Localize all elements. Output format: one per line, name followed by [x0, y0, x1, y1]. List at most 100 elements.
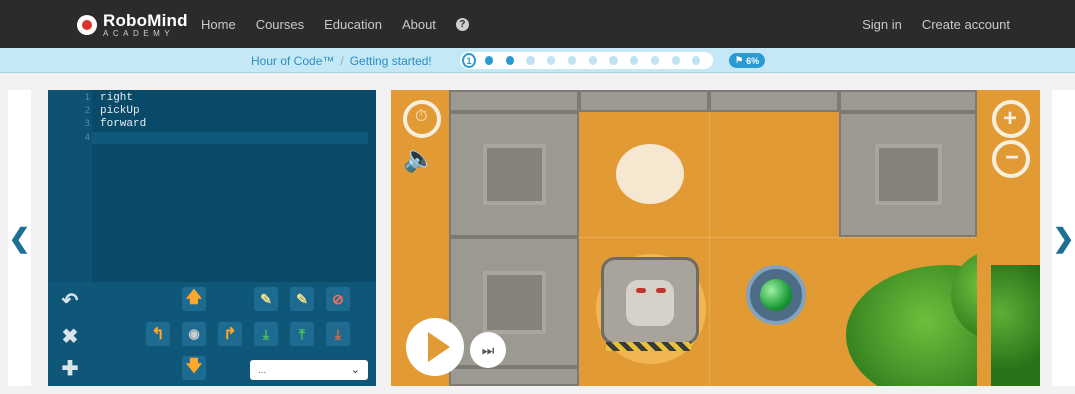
flag-icon: ⚑	[735, 55, 744, 65]
step-dot[interactable]	[505, 56, 514, 65]
chevron-right-icon: ❯	[1052, 222, 1075, 253]
floor-gridline	[579, 237, 977, 238]
robot-bumper	[606, 342, 691, 351]
step-dot[interactable]	[485, 56, 494, 65]
stone-wall	[449, 367, 579, 386]
create-account-link[interactable]: Create account	[922, 17, 1010, 32]
see-button[interactable]: ◉	[182, 322, 206, 346]
robot-eye-icon: ◉	[188, 326, 200, 341]
progress-percent-badge: ⚑ 6%	[729, 53, 766, 68]
command-palette: ↶ ✖ ✚ 🡅 ↰ ◉ ↱ 🡇 ✎ ✎ ⊘ ⤓ ⤒ ⤓ ... ⌄	[48, 282, 376, 386]
help-icon[interactable]: ?	[455, 17, 469, 31]
delete-button[interactable]: ✖	[58, 324, 82, 348]
right-button[interactable]: ↱	[218, 322, 242, 346]
eat-up-button[interactable]: ⤓	[326, 322, 350, 346]
robot-eye	[656, 288, 666, 293]
nav-courses[interactable]: Courses	[256, 17, 304, 32]
step-dot[interactable]	[547, 56, 556, 65]
left-button[interactable]: ↰	[146, 322, 170, 346]
logo-subtitle: ACADEMY	[103, 29, 175, 38]
step-dot[interactable]	[671, 56, 680, 65]
current-line-highlight	[92, 132, 368, 144]
step-icon: ⏭	[481, 341, 495, 358]
stone-block	[839, 112, 977, 237]
play-button[interactable]	[406, 318, 464, 376]
green-beacon	[760, 279, 792, 311]
beacon-base	[746, 265, 806, 325]
floor-gridline	[709, 112, 710, 386]
speed-button[interactable]: ⏱	[403, 100, 441, 138]
zoom-out-icon: −	[1005, 144, 1020, 171]
progress-percent: 6%	[746, 55, 760, 66]
line-number: 2	[84, 106, 90, 116]
breadcrumb: Hour of Code™ / Getting started!	[251, 48, 432, 73]
next-exercise-button[interactable]: ❯	[1052, 90, 1075, 386]
stone-wall	[709, 90, 839, 112]
backward-button[interactable]: 🡇	[182, 356, 206, 380]
code-line[interactable]: right	[100, 92, 133, 104]
tree	[991, 265, 1040, 386]
stone-wall	[839, 90, 977, 112]
undo-icon: ↶	[61, 289, 79, 312]
line-number: 4	[84, 133, 90, 143]
put-down-icon: ⤒	[298, 325, 306, 342]
robot-eye	[636, 288, 646, 293]
breadcrumb-course[interactable]: Hour of Code™	[251, 54, 334, 68]
stone-block	[449, 112, 579, 237]
sign-in-link[interactable]: Sign in	[862, 17, 902, 32]
step-indicator: 1	[460, 52, 713, 69]
put-down-button[interactable]: ⤒	[290, 322, 314, 346]
undo-button[interactable]: ↶	[58, 288, 82, 312]
nav-about[interactable]: About	[402, 17, 436, 32]
breadcrumb-lesson[interactable]: Getting started!	[350, 54, 432, 68]
add-button[interactable]: ✚	[58, 356, 82, 380]
line-number-gutter: 1 2 3 4	[48, 90, 92, 282]
forward-button[interactable]: 🡅	[182, 287, 206, 311]
paint-black-button[interactable]: ✎	[290, 287, 314, 311]
logo-title: RoboMind	[103, 11, 188, 30]
more-commands-value: ...	[258, 364, 267, 376]
nav-education[interactable]: Education	[324, 17, 382, 32]
step-dot[interactable]	[588, 56, 597, 65]
prev-exercise-button[interactable]: ❮	[8, 90, 31, 386]
stop-painting-button[interactable]: ⊘	[326, 287, 350, 311]
chevron-down-icon: ⌄	[350, 364, 360, 376]
stone-wall	[449, 90, 579, 112]
robot-head	[626, 280, 674, 326]
step-dot[interactable]	[650, 56, 660, 65]
more-commands-select[interactable]: ... ⌄	[250, 360, 368, 380]
pick-up-button[interactable]: ⤓	[254, 322, 278, 346]
robot	[601, 257, 699, 345]
arrow-down-icon: 🡇	[185, 357, 203, 375]
step-button[interactable]: ⏭	[470, 332, 506, 368]
logo-icon	[77, 15, 97, 35]
stone-block	[449, 237, 579, 367]
step-dot[interactable]	[567, 56, 577, 65]
code-line[interactable]: pickUp	[100, 105, 140, 117]
code-textarea[interactable]: right pickUp forward	[92, 90, 376, 282]
code-line[interactable]: forward	[100, 118, 146, 130]
plus-icon: ✚	[61, 357, 79, 380]
zoom-out-button[interactable]: −	[992, 140, 1030, 178]
sound-icon: 🔈	[403, 143, 436, 173]
nav-home[interactable]: Home	[201, 17, 236, 32]
sound-button[interactable]: 🔈	[403, 143, 435, 174]
chevron-left-icon: ❮	[8, 222, 31, 253]
eat-up-icon: ⤓	[334, 325, 342, 342]
breadcrumb-separator: /	[340, 53, 344, 68]
step-current[interactable]: 1	[462, 53, 477, 68]
paint-brush-black-icon: ✎	[296, 290, 308, 307]
step-dot[interactable]	[630, 56, 639, 65]
step-dot[interactable]	[526, 56, 535, 65]
paint-white-button[interactable]: ✎	[254, 287, 278, 311]
step-dot[interactable]	[609, 56, 618, 65]
step-dot[interactable]	[692, 56, 701, 65]
robomind-logo[interactable]: RoboMind ACADEMY	[77, 11, 188, 39]
turn-left-icon: ↰	[151, 326, 165, 343]
arrow-up-icon: 🡅	[185, 288, 203, 306]
code-editor-panel: 1 2 3 4 right pickUp forward ↶ ✖ ✚ 🡅 ↰ ◉…	[48, 90, 376, 386]
top-navbar: RoboMind ACADEMY Home Courses Education …	[0, 0, 1075, 48]
zoom-in-button[interactable]: +	[992, 100, 1030, 138]
close-icon: ✖	[61, 325, 79, 348]
line-number: 3	[84, 119, 90, 129]
